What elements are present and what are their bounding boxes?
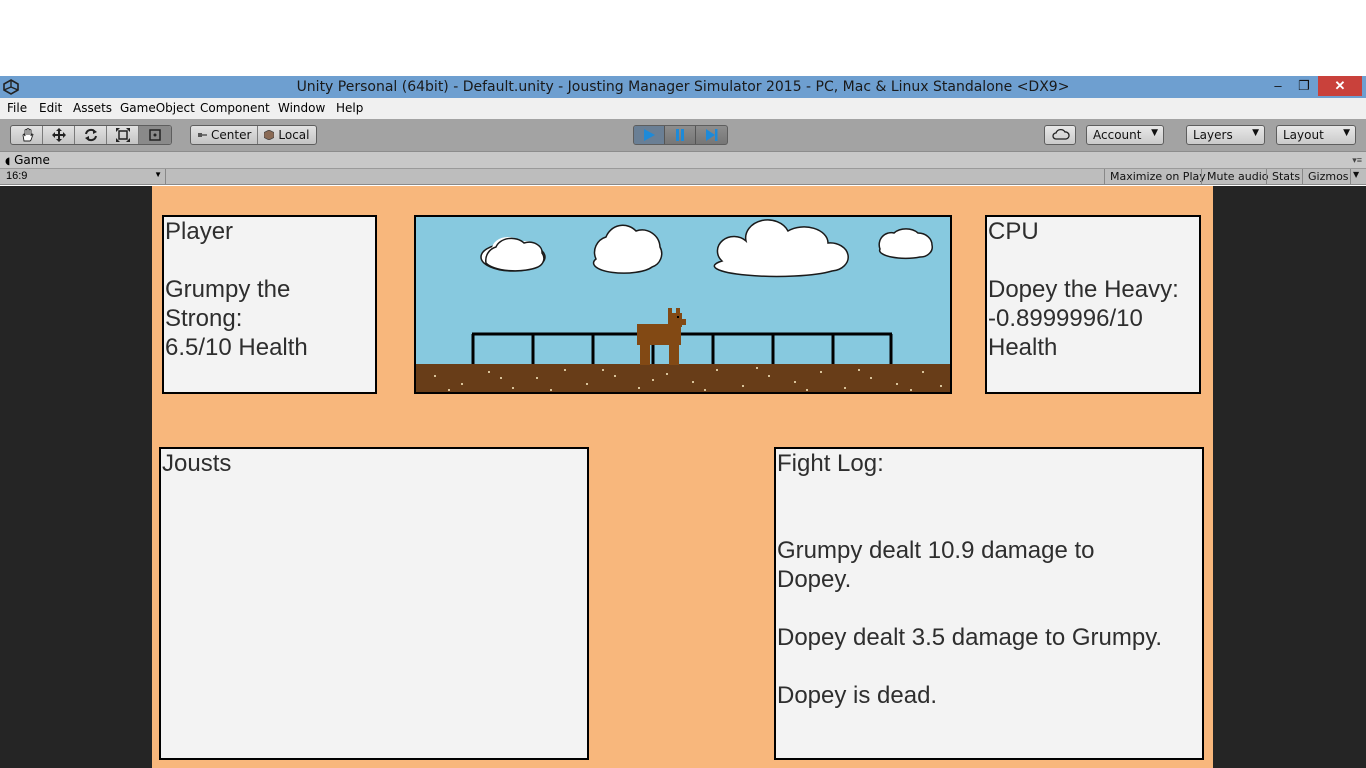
- rotate-icon: [84, 128, 97, 142]
- playback-controls: [633, 125, 728, 145]
- maximize-on-play-toggle[interactable]: Maximize on Play: [1104, 169, 1211, 184]
- move-icon: [51, 128, 66, 142]
- gizmos-toggle[interactable]: Gizmos: [1302, 169, 1352, 184]
- hand-icon: [22, 128, 34, 142]
- menu-window[interactable]: Window: [278, 101, 325, 115]
- joust-scene: [414, 215, 952, 394]
- game-tab-label: Game: [14, 153, 50, 167]
- chevron-down-icon: ▼: [1252, 128, 1259, 138]
- cloud-button[interactable]: [1044, 125, 1076, 145]
- pivot-toggles: Center Local: [190, 125, 317, 145]
- game-tab-bar: ◖ Game ▾≡: [0, 152, 1366, 169]
- cloud-3: [713, 219, 849, 278]
- layout-dropdown[interactable]: Layout ▼: [1276, 125, 1356, 145]
- menu-file[interactable]: File: [7, 101, 27, 115]
- menu-assets[interactable]: Assets: [73, 101, 112, 115]
- main-toolbar: Center Local Account ▼ Layers ▼ Layout ▼: [0, 119, 1366, 152]
- menu-help[interactable]: Help: [336, 101, 363, 115]
- cloud-2: [592, 224, 663, 274]
- jousts-panel: Jousts: [159, 447, 589, 760]
- menu-bar: File Edit Assets GameObject Component Wi…: [0, 98, 1366, 119]
- mute-audio-toggle[interactable]: Mute audio: [1201, 169, 1274, 184]
- menu-component[interactable]: Component: [200, 101, 270, 115]
- rotate-tool-button[interactable]: [75, 126, 107, 144]
- pivot-space-toggle[interactable]: Local: [258, 126, 315, 144]
- ground: [416, 364, 950, 392]
- account-label: Account: [1093, 128, 1142, 142]
- game-viewport: Player Grumpy the Strong: 6.5/10 Health: [0, 186, 1366, 768]
- close-button[interactable]: ✕: [1318, 76, 1362, 96]
- step-icon: [705, 129, 717, 141]
- layout-label: Layout: [1283, 128, 1324, 142]
- step-button[interactable]: [696, 126, 727, 144]
- space-label: Local: [278, 128, 310, 142]
- restore-button[interactable]: ❐: [1290, 76, 1318, 96]
- fight-log-panel: Fight Log: Grumpy dealt 10.9 damage to D…: [774, 447, 1204, 760]
- window-title: Unity Personal (64bit) - Default.unity -…: [296, 79, 1070, 95]
- move-tool-button[interactable]: [43, 126, 75, 144]
- rect-tool-button[interactable]: [139, 126, 171, 144]
- pivot-center-toggle[interactable]: Center: [191, 126, 259, 144]
- chevron-down-icon: ▼: [1343, 128, 1350, 138]
- aspect-dropdown[interactable]: 16:9 ▼: [6, 169, 166, 184]
- aspect-label: 16:9: [6, 170, 28, 182]
- rect-icon: [149, 129, 161, 141]
- window-titlebar: Unity Personal (64bit) - Default.unity -…: [0, 76, 1366, 98]
- player-panel: Player Grumpy the Strong: 6.5/10 Health: [162, 215, 377, 394]
- pause-icon: [676, 129, 684, 141]
- menu-gameobject[interactable]: GameObject: [120, 101, 195, 115]
- stats-toggle[interactable]: Stats: [1266, 169, 1305, 184]
- transform-tools: [10, 125, 172, 145]
- hand-tool-button[interactable]: [11, 126, 43, 144]
- pivot-icon: [198, 133, 207, 137]
- scale-icon: [115, 128, 130, 142]
- cloud-4: [878, 228, 933, 260]
- cloud-icon: [1052, 128, 1070, 140]
- tilt-fence: [471, 332, 893, 364]
- pivot-label: Center: [211, 128, 252, 142]
- panel-menu-icon[interactable]: ▾≡: [1352, 155, 1362, 166]
- layers-label: Layers: [1193, 128, 1233, 142]
- account-dropdown[interactable]: Account ▼: [1086, 125, 1164, 145]
- play-button[interactable]: [634, 126, 665, 144]
- game-view-controls: 16:9 ▼ Maximize on Play Mute audio Stats…: [0, 169, 1366, 185]
- tab-game[interactable]: ◖ Game: [5, 152, 50, 169]
- scale-tool-button[interactable]: [107, 126, 139, 144]
- chevron-down-icon: ▼: [154, 170, 162, 179]
- cpu-panel: CPU Dopey the Heavy: -0.8999996/10 Healt…: [985, 215, 1201, 394]
- gizmos-dropdown[interactable]: ▼: [1350, 169, 1362, 184]
- pause-button[interactable]: [665, 126, 696, 144]
- chevron-down-icon: ▼: [1151, 128, 1158, 138]
- menu-edit[interactable]: Edit: [39, 101, 62, 115]
- cube-icon: [264, 130, 275, 140]
- game-canvas: Player Grumpy the Strong: 6.5/10 Health: [152, 186, 1213, 768]
- play-icon: [644, 129, 655, 141]
- game-view-icon: ◖: [5, 156, 11, 167]
- scene-illustration: [416, 219, 950, 392]
- horse-eye: [677, 316, 679, 318]
- minimize-button[interactable]: –: [1264, 76, 1292, 96]
- layers-dropdown[interactable]: Layers ▼: [1186, 125, 1265, 145]
